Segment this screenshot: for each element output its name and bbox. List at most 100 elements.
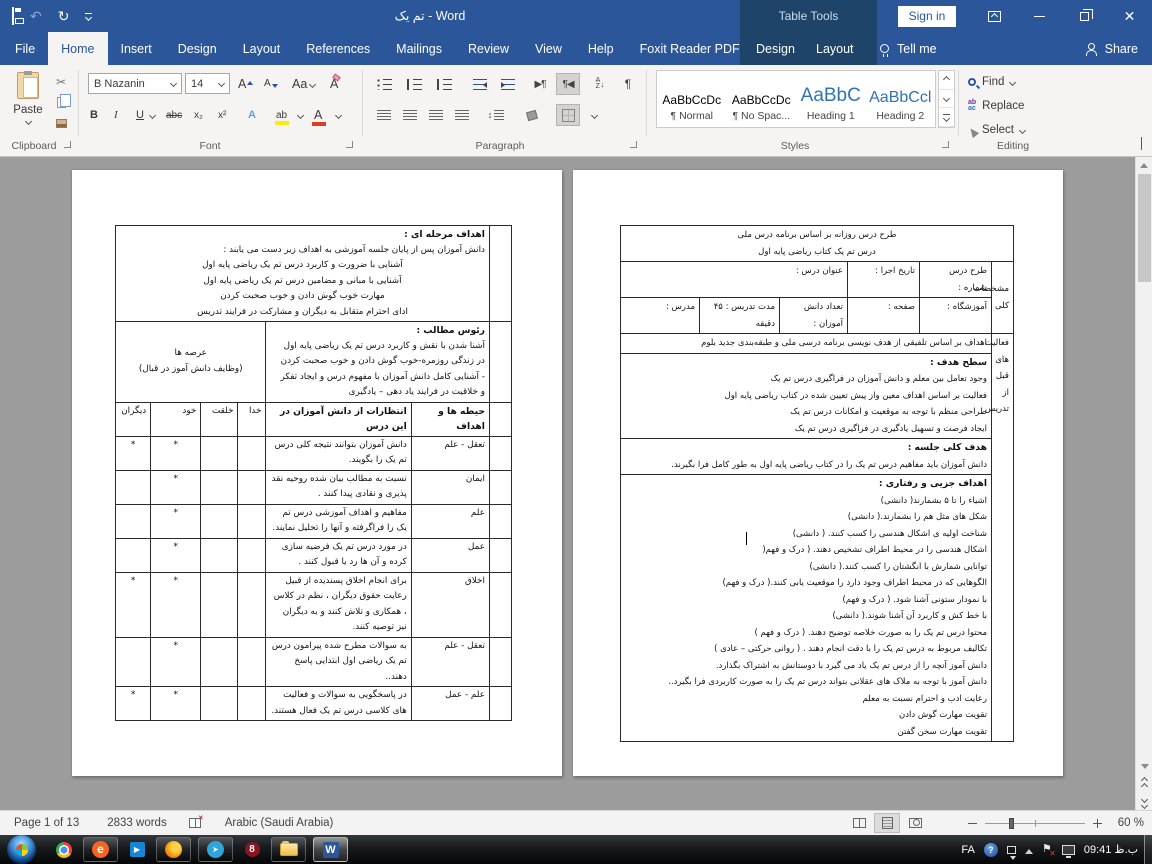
empty-side-cell[interactable] — [489, 322, 511, 403]
numbering-button[interactable] — [402, 73, 426, 95]
mark-others-cell[interactable] — [116, 538, 151, 572]
mark-creation-cell[interactable] — [201, 572, 238, 637]
paragraph-dialog-launcher[interactable] — [630, 141, 639, 150]
strikethrough-button[interactable]: abc — [166, 104, 182, 126]
borders-chevron[interactable] — [582, 104, 606, 126]
document-page-left[interactable]: اهداف مرحله ای : دانش آموزان پس از پایان… — [72, 170, 562, 776]
superscript-button[interactable]: x² — [218, 104, 226, 126]
format-painter-button[interactable] — [52, 114, 70, 132]
header-self[interactable]: خود — [151, 402, 201, 436]
zoom-percentage[interactable]: 60 % — [1110, 817, 1144, 829]
find-button[interactable]: Find — [968, 73, 1015, 91]
header-domains[interactable]: حیطه ها و اهداف — [411, 402, 489, 436]
restore-button[interactable] — [1062, 0, 1107, 32]
domain-cell[interactable]: تعقل - علم — [411, 436, 489, 470]
status-page-count[interactable]: Page 1 of 13 — [14, 817, 79, 829]
clear-formatting-button[interactable]: A — [330, 73, 338, 95]
empty-side-cell[interactable] — [489, 538, 511, 572]
vertical-scrollbar[interactable] — [1135, 157, 1152, 810]
mark-god-cell[interactable] — [238, 436, 266, 470]
shrink-font-button[interactable]: A — [264, 73, 278, 95]
copy-button[interactable] — [52, 93, 70, 111]
mark-creation-cell[interactable] — [201, 637, 238, 687]
mark-self-cell[interactable]: * — [151, 436, 201, 470]
expectation-cell[interactable]: به سوالات مطرح شده پیرامون درس تم یک ریا… — [266, 637, 411, 687]
styles-more-button[interactable] — [939, 108, 954, 127]
decrease-indent-button[interactable] — [468, 73, 492, 95]
mark-creation-cell[interactable] — [201, 470, 238, 504]
blend-line-cell[interactable]: اهداف بر اساس تلفیقی از هدف نویسی برنامه… — [620, 334, 991, 354]
teacher-cell[interactable]: مدرس : — [620, 298, 699, 334]
behavioral-cell[interactable]: اهداف جزیی و رفتاری : اشیاء را تا ۵ بشما… — [620, 475, 991, 742]
mark-self-cell[interactable]: * — [151, 504, 201, 538]
students-cell[interactable]: تعداد دانش آموزان : — [780, 298, 848, 334]
styles-scroll-up-button[interactable] — [939, 71, 954, 90]
style-card-normal[interactable]: AaBbCcDc ¶ Normal — [657, 71, 727, 127]
session-goal-cell[interactable]: هدف کلی جلسه : دانش آموزان باید مفاهیم د… — [620, 439, 991, 475]
empty-side-cell[interactable] — [489, 637, 511, 687]
mark-self-cell[interactable]: * — [151, 572, 201, 637]
taskbar-clock[interactable]: ب.ظ 09:41 — [1084, 843, 1138, 856]
expectation-cell[interactable]: مفاهیم و اهداف آموزشی درس تم یک را فراگر… — [266, 504, 411, 538]
subscript-button[interactable]: x₂ — [194, 104, 203, 126]
minimize-button[interactable] — [1017, 0, 1062, 32]
expectation-cell[interactable]: برای انجام اخلاق پسندیده از قبیل رعایت ح… — [266, 572, 411, 637]
header-god[interactable]: خدا — [238, 402, 266, 436]
align-right-button[interactable] — [424, 104, 448, 126]
tab-file[interactable]: File — [2, 32, 48, 65]
bold-button[interactable]: B — [90, 104, 98, 126]
style-card-no-spacing[interactable]: AaBbCcDc ¶ No Spac... — [727, 71, 797, 127]
styles-dialog-launcher[interactable] — [942, 141, 951, 150]
font-color-chevron[interactable] — [336, 104, 341, 126]
domain-cell[interactable]: تعقل - علم — [411, 637, 489, 687]
style-card-heading1[interactable]: AaBbC Heading 1 — [796, 71, 866, 127]
mark-others-cell[interactable]: * — [116, 436, 151, 470]
cut-button[interactable]: ✂ — [52, 73, 70, 91]
mark-god-cell[interactable] — [238, 572, 266, 637]
plan-title-cell[interactable]: طرح درس روزانه بر اساس برنامه درس ملی در… — [620, 226, 1013, 262]
mark-creation-cell[interactable] — [201, 687, 238, 721]
zoom-in-button[interactable] — [1093, 819, 1102, 828]
clipboard-dialog-launcher[interactable] — [64, 141, 73, 150]
taskbar-word-button[interactable]: W — [313, 837, 348, 862]
mark-self-cell[interactable]: * — [151, 538, 201, 572]
school-cell[interactable]: آموزشگاه : — [920, 298, 992, 334]
mark-self-cell[interactable]: * — [151, 470, 201, 504]
rtl-direction-button[interactable]: ¶◀ — [556, 73, 580, 95]
change-case-button[interactable]: Aa — [292, 73, 315, 95]
text-effects-button[interactable]: A — [248, 104, 256, 126]
taskbar-explorer-button[interactable] — [271, 837, 306, 862]
text-highlight-button[interactable]: ab — [276, 104, 287, 126]
qat-customize-button[interactable] — [85, 13, 92, 20]
expectation-cell[interactable]: در پاسخگویی به سوالات و فعالیت های کلاسی… — [266, 687, 411, 721]
taskbar-firefox-button[interactable] — [156, 837, 191, 862]
mark-god-cell[interactable] — [238, 470, 266, 504]
bullets-button[interactable] — [372, 73, 396, 95]
font-dialog-launcher[interactable] — [346, 141, 355, 150]
ribbon-display-options-button[interactable] — [972, 0, 1017, 32]
start-button[interactable] — [7, 835, 36, 864]
redo-button[interactable]: ↻ — [58, 9, 70, 23]
header-others[interactable]: دیگران — [116, 402, 151, 436]
domain-cell[interactable]: علم — [411, 504, 489, 538]
header-creation[interactable]: خلقت — [201, 402, 238, 436]
replace-button[interactable]: abac Replace — [968, 97, 1024, 115]
tray-language-indicator[interactable]: FA — [961, 844, 974, 856]
duration-cell[interactable]: مدت تدریس : ۴۵ دقیقه — [700, 298, 780, 334]
taskbar-chrome-icon[interactable] — [52, 837, 76, 862]
style-card-heading2[interactable]: AaBbCcl Heading 2 — [866, 71, 936, 127]
mark-god-cell[interactable] — [238, 637, 266, 687]
expectation-cell[interactable]: نسبت به مطالب بیان شده روحیه نقد پذیری و… — [266, 470, 411, 504]
header-expectations[interactable]: انتظارات از دانش آموزان در این درس — [266, 402, 411, 436]
tray-up-arrow-icon[interactable] — [1025, 845, 1033, 854]
stage-goals-cell[interactable]: اهداف مرحله ای : دانش آموزان پس از پایان… — [116, 226, 490, 322]
shading-button[interactable] — [520, 104, 544, 126]
mark-god-cell[interactable] — [238, 687, 266, 721]
expectation-cell[interactable]: در مورد درس تم یک فرضیه سازی کرده و آن ه… — [266, 538, 411, 572]
next-page-button[interactable] — [1142, 797, 1147, 808]
sign-in-button[interactable]: Sign in — [898, 6, 956, 27]
status-language[interactable]: Arabic (Saudi Arabia) — [225, 817, 334, 829]
plan-number-cell[interactable]: طرح درس شماره : — [920, 262, 992, 298]
font-color-button[interactable]: A — [314, 104, 322, 126]
mark-others-cell[interactable]: * — [116, 687, 151, 721]
